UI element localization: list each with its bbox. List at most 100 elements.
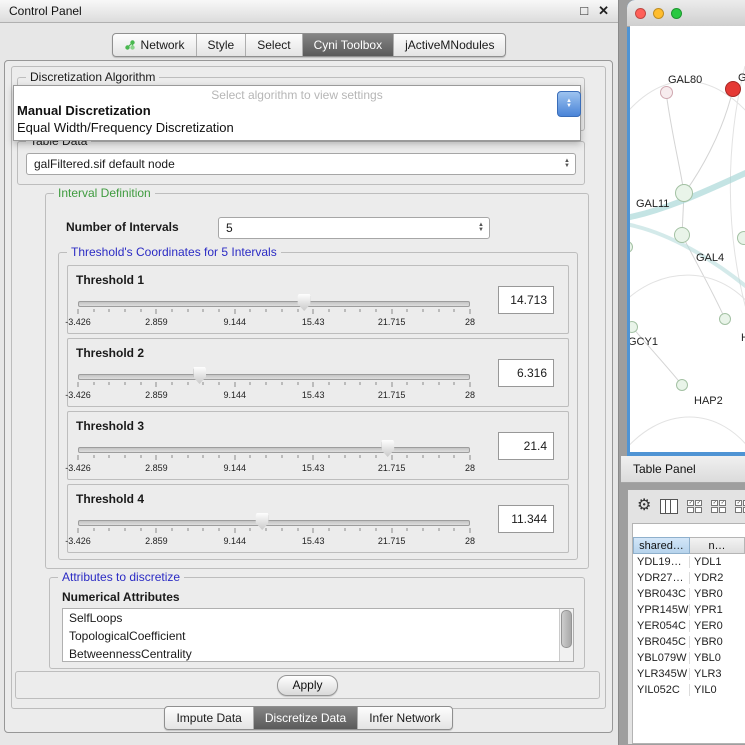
apply-button[interactable]: Apply [277, 675, 337, 696]
tab-jactivemodules[interactable]: jActiveMNodules [394, 34, 505, 56]
slider-tick [172, 382, 173, 385]
dropdown-option-equal-width-frequency[interactable]: Equal Width/Frequency Discretization [14, 119, 580, 136]
threshold-value-box[interactable]: 21.4 [498, 432, 554, 460]
table-row[interactable]: YIL052CYIL0 [633, 682, 745, 698]
table-row[interactable]: YPR145WYPR1 [633, 602, 745, 618]
attributes-to-discretize-group: Attributes to discretize Numerical Attri… [49, 577, 585, 669]
cell-shared-name[interactable]: YPR145W [633, 604, 690, 616]
table-row[interactable]: YER054CYER0 [633, 618, 745, 634]
cell-name[interactable]: YBL0 [690, 652, 745, 664]
algorithm-dropdown-popup: Select algorithm to view settings Manual… [13, 85, 581, 141]
cell-name[interactable]: YIL0 [690, 684, 745, 696]
cell-name[interactable]: YBR0 [690, 636, 745, 648]
slider-ticks [78, 528, 470, 534]
zoom-light-icon[interactable] [671, 8, 682, 19]
threshold-slider[interactable]: -3.4262.8599.14415.4321.71528 [78, 292, 470, 330]
cell-name[interactable]: YLR3 [690, 668, 745, 680]
scrollbar-thumb[interactable] [561, 610, 572, 648]
select-all-icon[interactable]: ✓✓ [735, 500, 745, 513]
table-row[interactable]: YDR27…YDR2 [633, 570, 745, 586]
cell-shared-name[interactable]: YIL052C [633, 684, 690, 696]
select-rows-icon[interactable]: ✓✓ [711, 500, 726, 513]
table-row[interactable]: YBL079WYBL0 [633, 650, 745, 666]
cell-shared-name[interactable]: YDL19… [633, 556, 690, 568]
threshold-slider[interactable]: -3.4262.8599.14415.4321.71528 [78, 365, 470, 403]
float-window-icon[interactable]: □ [580, 3, 588, 19]
slider-tick [391, 382, 392, 387]
cell-name[interactable]: YBR0 [690, 588, 745, 600]
network-node[interactable] [674, 227, 690, 243]
tab-impute-data[interactable]: Impute Data [165, 707, 253, 729]
cell-shared-name[interactable]: YBR045C [633, 636, 690, 648]
node-table: shared… n… YDL19…YDL1YDR27…YDR2YBR043CYB… [632, 523, 745, 744]
slider-tick [140, 455, 141, 458]
list-scrollbar[interactable] [559, 609, 573, 661]
slider-track[interactable] [78, 520, 470, 526]
cell-name[interactable]: YDR2 [690, 572, 745, 584]
scale-label: 28 [465, 317, 475, 327]
minimize-light-icon[interactable] [653, 8, 664, 19]
network-node[interactable] [660, 86, 673, 99]
table-row[interactable]: YBR043CYBR0 [633, 586, 745, 602]
tab-infer-network[interactable]: Infer Network [358, 707, 451, 729]
threshold-value-box[interactable]: 14.713 [498, 286, 554, 314]
scale-label: 9.144 [224, 317, 247, 327]
column-header-name[interactable]: n… [690, 537, 745, 554]
cell-shared-name[interactable]: YER054C [633, 620, 690, 632]
scale-label: 15.43 [302, 536, 325, 546]
threshold-slider[interactable]: -3.4262.8599.14415.4321.71528 [78, 511, 470, 549]
threshold-value-box[interactable]: 11.344 [498, 505, 554, 533]
cell-shared-name[interactable]: YLR345W [633, 668, 690, 680]
threshold-block: Threshold 1-3.4262.8599.14415.4321.71528… [67, 265, 569, 334]
tab-style[interactable]: Style [197, 34, 247, 56]
columns-icon[interactable] [660, 499, 678, 514]
network-node[interactable] [676, 379, 688, 391]
tab-cyni-toolbox[interactable]: Cyni Toolbox [303, 34, 394, 56]
close-icon[interactable]: ✕ [598, 3, 609, 19]
slider-track[interactable] [78, 301, 470, 307]
cell-shared-name[interactable]: YBL079W [633, 652, 690, 664]
dropdown-option-manual-discretization[interactable]: Manual Discretization [14, 102, 580, 119]
cell-name[interactable]: YDL1 [690, 556, 745, 568]
scale-label: 28 [465, 536, 475, 546]
tab-discretize-data[interactable]: Discretize Data [254, 707, 358, 729]
attribute-item[interactable]: SelfLoops [63, 609, 573, 627]
cell-shared-name[interactable]: YDR27… [633, 572, 690, 584]
algorithm-combo-stepper[interactable]: ▲▼ [557, 91, 581, 117]
number-of-intervals-combo[interactable]: 5 ▲▼ [218, 217, 490, 239]
scale-label: 28 [465, 390, 475, 400]
tab-select[interactable]: Select [246, 34, 302, 56]
close-light-icon[interactable] [635, 8, 646, 19]
slider-tick [93, 382, 94, 385]
cell-name[interactable]: YER0 [690, 620, 745, 632]
table-row[interactable]: YLR345WYLR3 [633, 666, 745, 682]
tab-label: Network [141, 37, 185, 53]
cell-shared-name[interactable]: YBR043C [633, 588, 690, 600]
network-node[interactable] [675, 184, 693, 202]
scale-label: 15.43 [302, 463, 325, 473]
table-data-combo[interactable]: galFiltered.sif default node ▲▼ [26, 153, 576, 175]
threshold-slider[interactable]: -3.4262.8599.14415.4321.71528 [78, 438, 470, 476]
network-canvas[interactable]: GAL80GAGAL11GAL4GCY1HHAP2 [630, 26, 745, 452]
attribute-item[interactable]: BetweennessCentrality [63, 645, 573, 662]
slider-tick [109, 528, 110, 531]
group-title: Discretization Algorithm [26, 70, 159, 84]
select-columns-icon[interactable]: ✓✓ [687, 500, 702, 513]
slider-track[interactable] [78, 447, 470, 453]
column-header-shared-name[interactable]: shared… [633, 537, 690, 554]
window-title: Control Panel [9, 4, 82, 18]
gear-icon[interactable]: ⚙ [637, 498, 651, 514]
attribute-item[interactable]: TopologicalCoefficient [63, 627, 573, 645]
cell-name[interactable]: YPR1 [690, 604, 745, 616]
slider-tick [454, 309, 455, 312]
slider-tick [78, 309, 79, 314]
network-node[interactable] [737, 231, 745, 245]
slider-ticks [78, 382, 470, 388]
threshold-value-box[interactable]: 6.316 [498, 359, 554, 387]
network-node[interactable] [719, 313, 731, 325]
tab-network[interactable]: Network [113, 34, 197, 56]
table-row[interactable]: YBR045CYBR0 [633, 634, 745, 650]
numerical-attributes-list[interactable]: SelfLoopsTopologicalCoefficientBetweenne… [62, 608, 574, 662]
slider-track[interactable] [78, 374, 470, 380]
table-row[interactable]: YDL19…YDL1 [633, 554, 745, 570]
